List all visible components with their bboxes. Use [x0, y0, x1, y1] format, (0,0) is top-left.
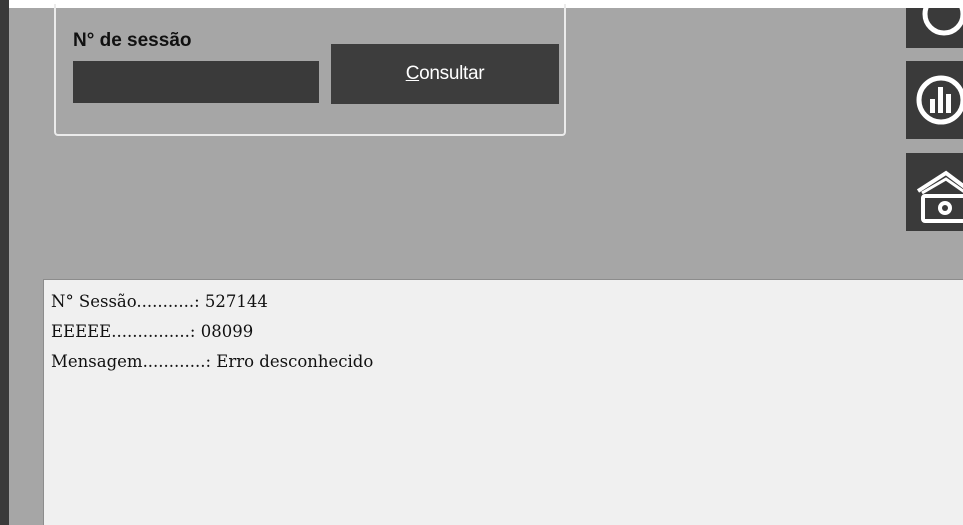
consultar-label: onsultar — [419, 63, 485, 84]
session-number-label: N° de sessão — [73, 30, 192, 51]
bank-money-icon — [916, 170, 963, 223]
result-output-area[interactable]: N° Sessão...........: 527144 EEEEE......… — [43, 279, 963, 525]
output-line-message: Mensagem............: Erro desconhecido — [51, 352, 374, 371]
bank-button[interactable] — [906, 153, 963, 231]
consultar-button[interactable]: Consultar — [331, 44, 559, 104]
report-button[interactable] — [906, 61, 963, 139]
session-number-input[interactable] — [73, 61, 319, 103]
search-button[interactable] — [906, 8, 963, 48]
output-line-session: N° Sessão...........: 527144 — [51, 292, 268, 311]
consultar-mnemonic: C — [405, 63, 420, 84]
left-panel-edge — [0, 0, 9, 525]
search-icon — [922, 8, 963, 36]
output-line-code: EEEEE...............: 08099 — [51, 322, 254, 341]
report-icon — [916, 75, 963, 125]
